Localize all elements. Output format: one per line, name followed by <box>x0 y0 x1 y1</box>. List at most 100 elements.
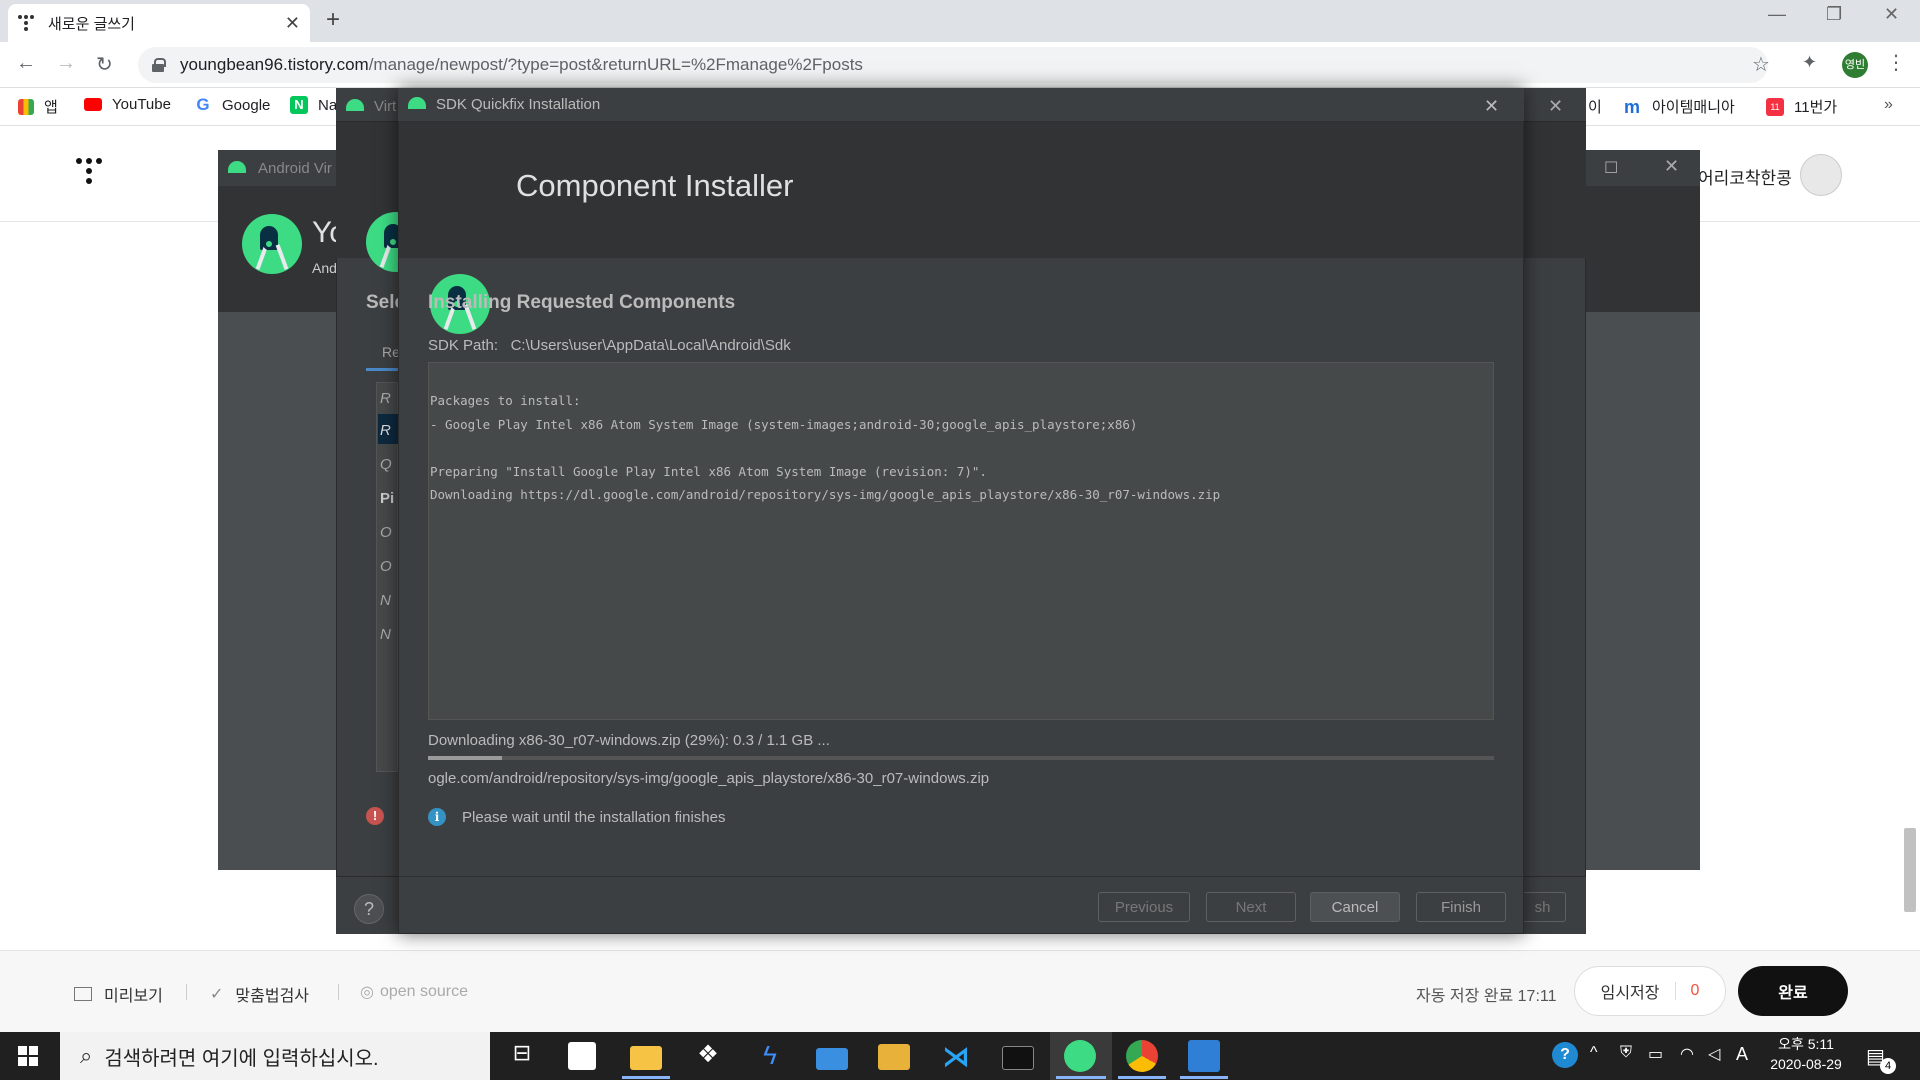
task-view-icon[interactable]: ⊟ <box>506 1040 538 1072</box>
dialog-title: SDK Quickfix Installation <box>436 96 601 113</box>
progress-label: Downloading x86-30_r07-windows.zip (29%)… <box>428 732 830 749</box>
snip-tool-icon[interactable] <box>878 1044 910 1070</box>
opensource-label: open source <box>379 983 469 1000</box>
security-shield-icon[interactable]: ⛨ <box>1620 1044 1632 1062</box>
taskbar-clock[interactable]: 오후 5:11 2020-08-29 <box>1762 1034 1850 1074</box>
bookmark-youtube[interactable]: YouTube <box>84 96 171 113</box>
taskbar-search-box[interactable]: ⌕ 검색하려면 여기에 입력하십시오. <box>60 1032 490 1080</box>
clock-date: 2020-08-29 <box>1770 1056 1842 1072</box>
draft-count[interactable]: 0 <box>1675 982 1699 1000</box>
scrollbar-thumb[interactable] <box>1904 828 1916 912</box>
volume-icon[interactable]: ◁ <box>1708 1044 1720 1064</box>
bookmark-partial[interactable]: 이 <box>1588 96 1602 117</box>
itemmania-icon: m <box>1624 96 1641 117</box>
table-row[interactable]: O <box>380 558 392 575</box>
table-row[interactable]: Q <box>380 456 392 473</box>
profile-avatar[interactable]: 영빈 <box>1842 52 1868 78</box>
table-row[interactable]: N <box>380 626 391 643</box>
autosave-status: 자동 저장 완료 17:11 <box>1416 988 1557 1005</box>
youtube-icon <box>84 98 102 111</box>
menu-kebab-icon[interactable]: ⋮ <box>1886 50 1906 75</box>
new-tab-button[interactable]: + <box>326 6 340 34</box>
help-tray-icon[interactable]: ? <box>1552 1042 1578 1068</box>
bookmark-naver[interactable]: N Na <box>290 96 337 114</box>
vscode-icon[interactable]: ⋊ <box>940 1040 972 1072</box>
battery-icon[interactable]: ▭ <box>1648 1044 1663 1064</box>
bookmark-11st[interactable]: 11 11번가 <box>1766 96 1837 117</box>
reload-icon[interactable]: ↻ <box>96 52 113 77</box>
table-row[interactable]: Pi <box>380 490 394 507</box>
draft-label: 임시저장 <box>1600 985 1660 1002</box>
android-studio-taskbar-icon[interactable] <box>1064 1040 1096 1072</box>
previous-button[interactable]: Previous <box>1098 892 1190 922</box>
search-placeholder: 검색하려면 여기에 입력하십시오. <box>104 1047 379 1070</box>
photos-icon[interactable] <box>1188 1040 1220 1072</box>
address-bar[interactable]: youngbean96.tistory.com/manage/newpost/?… <box>138 47 1768 83</box>
maximize-icon[interactable]: ☐ <box>1604 158 1618 178</box>
avatar[interactable] <box>1800 154 1842 196</box>
extensions-icon[interactable]: ✦ <box>1802 52 1817 73</box>
dropbox-icon[interactable]: ❖ <box>692 1040 724 1072</box>
url-path: /manage/newpost/?type=post&returnURL=%2F… <box>368 55 863 74</box>
close-icon[interactable]: ✕ <box>1664 156 1679 177</box>
restore-icon[interactable]: ❐ <box>1826 4 1842 25</box>
store-icon[interactable] <box>568 1042 596 1070</box>
browser-tab[interactable]: 새로운 글쓰기 ✕ <box>8 4 310 42</box>
file-explorer-icon[interactable] <box>630 1046 662 1070</box>
wifi-icon[interactable]: ◠ <box>1680 1044 1694 1064</box>
bookmark-google[interactable]: G Google <box>194 96 270 114</box>
finish-button[interactable]: Finish <box>1416 892 1506 922</box>
install-log[interactable]: Packages to install: - Google Play Intel … <box>428 362 1494 720</box>
close-tab-icon[interactable]: ✕ <box>285 13 300 34</box>
next-button[interactable]: Next <box>1206 892 1296 922</box>
android-studio-icon <box>242 214 302 274</box>
forward-icon[interactable]: → <box>56 52 76 75</box>
table-row[interactable]: R <box>380 422 391 439</box>
log-line: Preparing "Install Google Play Intel x86… <box>430 463 987 479</box>
apps-grid-icon <box>18 98 34 115</box>
publish-button[interactable]: 완료 <box>1738 966 1848 1016</box>
android-robot-icon <box>228 160 246 178</box>
bookmark-label: 이 <box>1588 99 1602 116</box>
back-icon[interactable]: ← <box>16 52 36 75</box>
naver-icon: N <box>290 96 308 114</box>
open-source-link[interactable]: ◎ open source <box>360 982 468 1002</box>
tab-underline <box>366 368 398 371</box>
divider <box>338 984 339 1000</box>
bookmark-itemmania[interactable]: m 아이템매니아 <box>1624 96 1735 117</box>
search-icon: ⌕ <box>80 1043 93 1068</box>
bolt-app-icon[interactable]: ϟ <box>754 1040 786 1072</box>
help-button[interactable]: ? <box>354 894 384 924</box>
ime-indicator[interactable]: A <box>1736 1044 1748 1065</box>
terminal-icon[interactable] <box>1002 1046 1034 1070</box>
chrome-icon[interactable] <box>1126 1040 1158 1072</box>
save-draft-button[interactable]: 임시저장 0 <box>1574 966 1726 1016</box>
windows-start-icon[interactable] <box>18 1046 38 1066</box>
minimize-icon[interactable]: — <box>1768 4 1786 25</box>
show-hidden-icons[interactable]: ^ <box>1590 1044 1598 1062</box>
close-icon[interactable]: ✕ <box>1548 96 1563 117</box>
bookmark-star-icon[interactable]: ☆ <box>1752 52 1770 77</box>
bookmark-label: Google <box>222 96 271 114</box>
cancel-button[interactable]: Cancel <box>1310 892 1400 922</box>
progress-bar <box>428 756 1494 760</box>
preview-button[interactable]: 미리보기 <box>74 982 163 1006</box>
divider <box>186 984 187 1000</box>
section-title: Installing Requested Components <box>428 292 736 313</box>
bookmark-label: 앱 <box>44 99 58 116</box>
table-row[interactable]: N <box>380 592 391 609</box>
sdk-path-value: C:\Users\user\AppData\Local\Android\Sdk <box>510 337 791 354</box>
table-header: R <box>380 390 391 407</box>
monitor-icon <box>74 987 92 1001</box>
more-bookmarks-icon[interactable]: » <box>1884 96 1893 114</box>
table-row[interactable]: O <box>380 524 392 541</box>
wizard-finish-button[interactable]: sh <box>1520 892 1566 922</box>
spellcheck-button[interactable]: ✓ 맞춤법검사 <box>210 982 309 1006</box>
tistory-logo[interactable] <box>76 158 106 190</box>
bookmark-apps[interactable]: 앱 <box>18 96 58 117</box>
close-icon[interactable]: ✕ <box>1484 96 1499 117</box>
mail-icon[interactable] <box>816 1048 848 1070</box>
window-close-icon[interactable]: ✕ <box>1884 4 1899 25</box>
blog-user-name[interactable]: 어리코착한콩 <box>1698 164 1792 189</box>
url-host: youngbean96.tistory.com <box>180 55 369 74</box>
